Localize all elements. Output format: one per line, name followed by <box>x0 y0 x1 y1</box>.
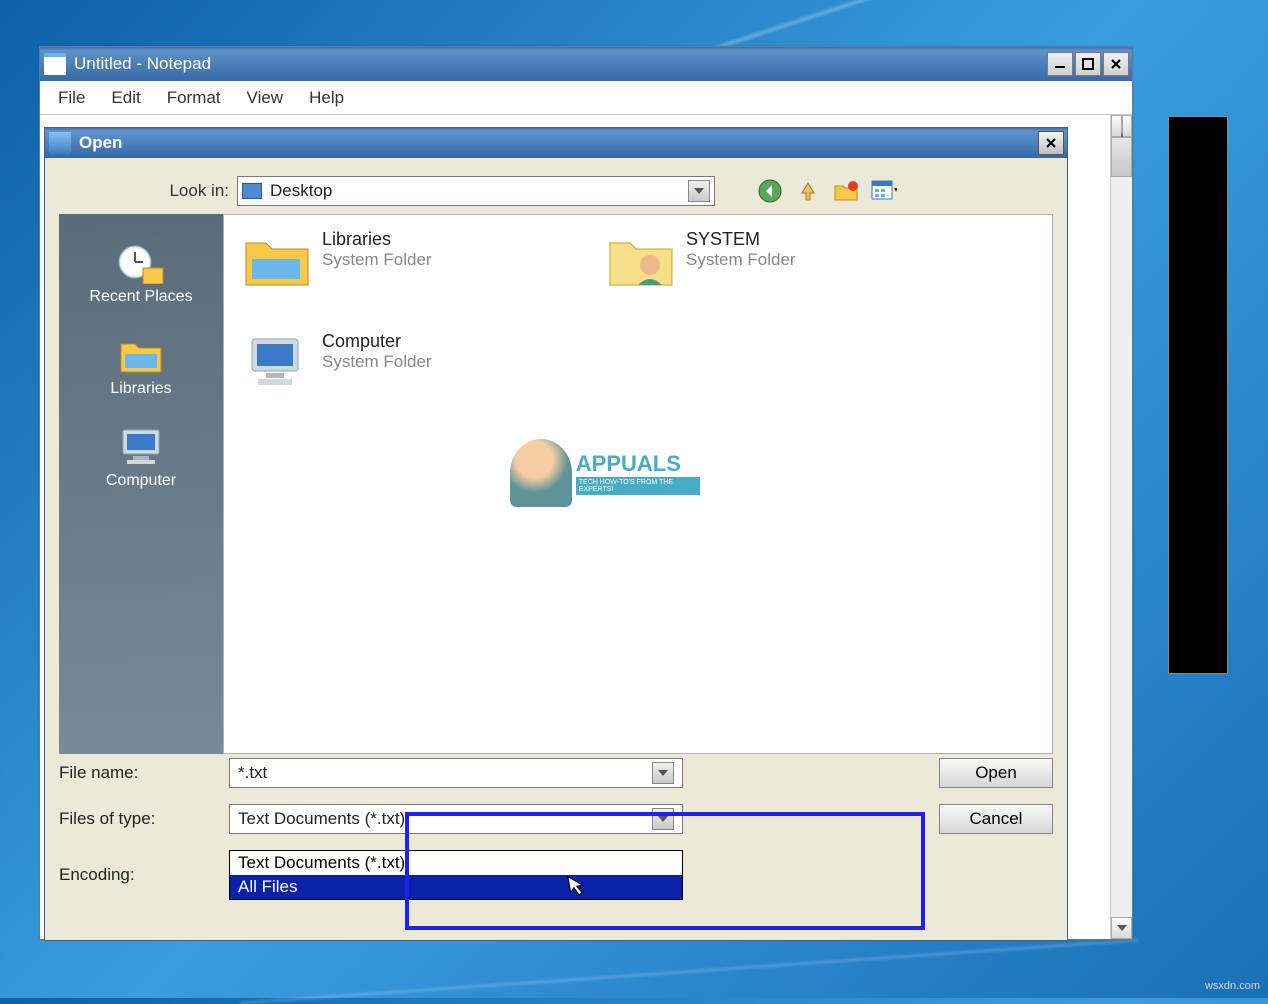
menu-view[interactable]: View <box>235 84 296 112</box>
libraries-folder-icon <box>238 229 318 293</box>
open-button[interactable]: Open <box>939 758 1053 788</box>
places-recent-label: Recent Places <box>89 288 192 306</box>
open-dialog: Open Look in: Desktop <box>44 127 1068 941</box>
notepad-window: Untitled - Notepad File Edit Format View… <box>39 46 1133 940</box>
encoding-label: Encoding: <box>59 865 229 885</box>
filetype-dropdown-button[interactable] <box>652 808 674 830</box>
scroll-thumb[interactable] <box>1111 137 1132 177</box>
item-type: System Folder <box>686 250 796 270</box>
item-name: Computer <box>322 331 432 352</box>
file-list[interactable]: Libraries System Folder SYSTEM System Fo… <box>223 214 1053 754</box>
editor-area[interactable]: Open Look in: Desktop <box>40 115 1132 939</box>
list-item[interactable]: SYSTEM System Folder <box>602 229 942 293</box>
watermark-title: APPUALS <box>576 451 700 477</box>
filetype-label: Files of type: <box>59 809 229 829</box>
list-item[interactable]: Computer System Folder <box>238 331 578 395</box>
open-dialog-icon <box>49 132 71 154</box>
up-one-level-icon[interactable] <box>795 178 821 204</box>
titlebar[interactable]: Untitled - Notepad <box>40 47 1132 81</box>
menu-edit[interactable]: Edit <box>99 84 152 112</box>
places-libraries[interactable]: Libraries <box>59 326 223 404</box>
filetype-combobox[interactable]: Text Documents (*.txt) <box>229 804 683 834</box>
menubar: File Edit Format View Help <box>40 81 1132 115</box>
minimize-button[interactable] <box>1047 52 1073 76</box>
scroll-up-button[interactable] <box>1111 115 1132 137</box>
places-computer-label: Computer <box>106 472 176 490</box>
menu-file[interactable]: File <box>46 84 97 112</box>
source-watermark: wsxdn.com <box>1205 980 1260 992</box>
view-menu-icon[interactable] <box>871 178 897 204</box>
filetype-option-all[interactable]: All Files <box>230 875 682 899</box>
filetype-option-txt[interactable]: Text Documents (*.txt) <box>230 851 682 875</box>
lookin-value: Desktop <box>270 181 332 201</box>
recent-places-icon <box>115 240 167 284</box>
computer-icon <box>115 424 167 468</box>
watermark-subtitle: TECH HOW-TO'S FROM THE EXPERTS! <box>576 477 700 495</box>
lookin-combobox[interactable]: Desktop <box>237 176 715 206</box>
filename-label: File name: <box>59 763 229 783</box>
close-button[interactable] <box>1103 52 1129 76</box>
watermark-mascot-icon <box>510 439 572 507</box>
list-item[interactable]: Libraries System Folder <box>238 229 578 293</box>
appuals-watermark: APPUALS TECH HOW-TO'S FROM THE EXPERTS! <box>510 431 700 515</box>
filename-dropdown-button[interactable] <box>652 762 674 784</box>
menu-format[interactable]: Format <box>155 84 233 112</box>
places-recent[interactable]: Recent Places <box>59 234 223 312</box>
lookin-label: Look in: <box>59 181 229 201</box>
item-name: Libraries <box>322 229 432 250</box>
places-libraries-label: Libraries <box>110 380 171 398</box>
places-bar: Recent Places Libraries Computer <box>59 214 223 754</box>
background-dark-panel <box>1168 116 1228 674</box>
filename-value: *.txt <box>238 763 267 783</box>
filename-input[interactable]: *.txt <box>229 758 683 788</box>
back-icon[interactable] <box>757 178 783 204</box>
computer-item-icon <box>238 331 318 395</box>
filetype-dropdown-list: Text Documents (*.txt) All Files <box>229 850 683 900</box>
lookin-dropdown-button[interactable] <box>688 180 710 202</box>
new-folder-icon[interactable] <box>833 178 859 204</box>
dialog-title: Open <box>79 133 122 153</box>
libraries-icon <box>115 332 167 376</box>
vertical-scrollbar[interactable] <box>1110 115 1132 939</box>
places-computer[interactable]: Computer <box>59 418 223 496</box>
dialog-titlebar[interactable]: Open <box>45 128 1067 158</box>
filetype-value: Text Documents (*.txt) <box>238 809 405 829</box>
cancel-button[interactable]: Cancel <box>939 804 1053 834</box>
item-name: SYSTEM <box>686 229 796 250</box>
notepad-icon <box>44 53 66 75</box>
system-user-folder-icon <box>602 229 682 293</box>
window-title: Untitled - Notepad <box>74 54 1047 74</box>
item-type: System Folder <box>322 352 432 372</box>
desktop-icon <box>242 183 262 199</box>
item-type: System Folder <box>322 250 432 270</box>
maximize-button[interactable] <box>1075 52 1101 76</box>
menu-help[interactable]: Help <box>297 84 356 112</box>
scroll-down-button[interactable] <box>1111 917 1132 939</box>
dialog-close-button[interactable] <box>1038 131 1064 155</box>
